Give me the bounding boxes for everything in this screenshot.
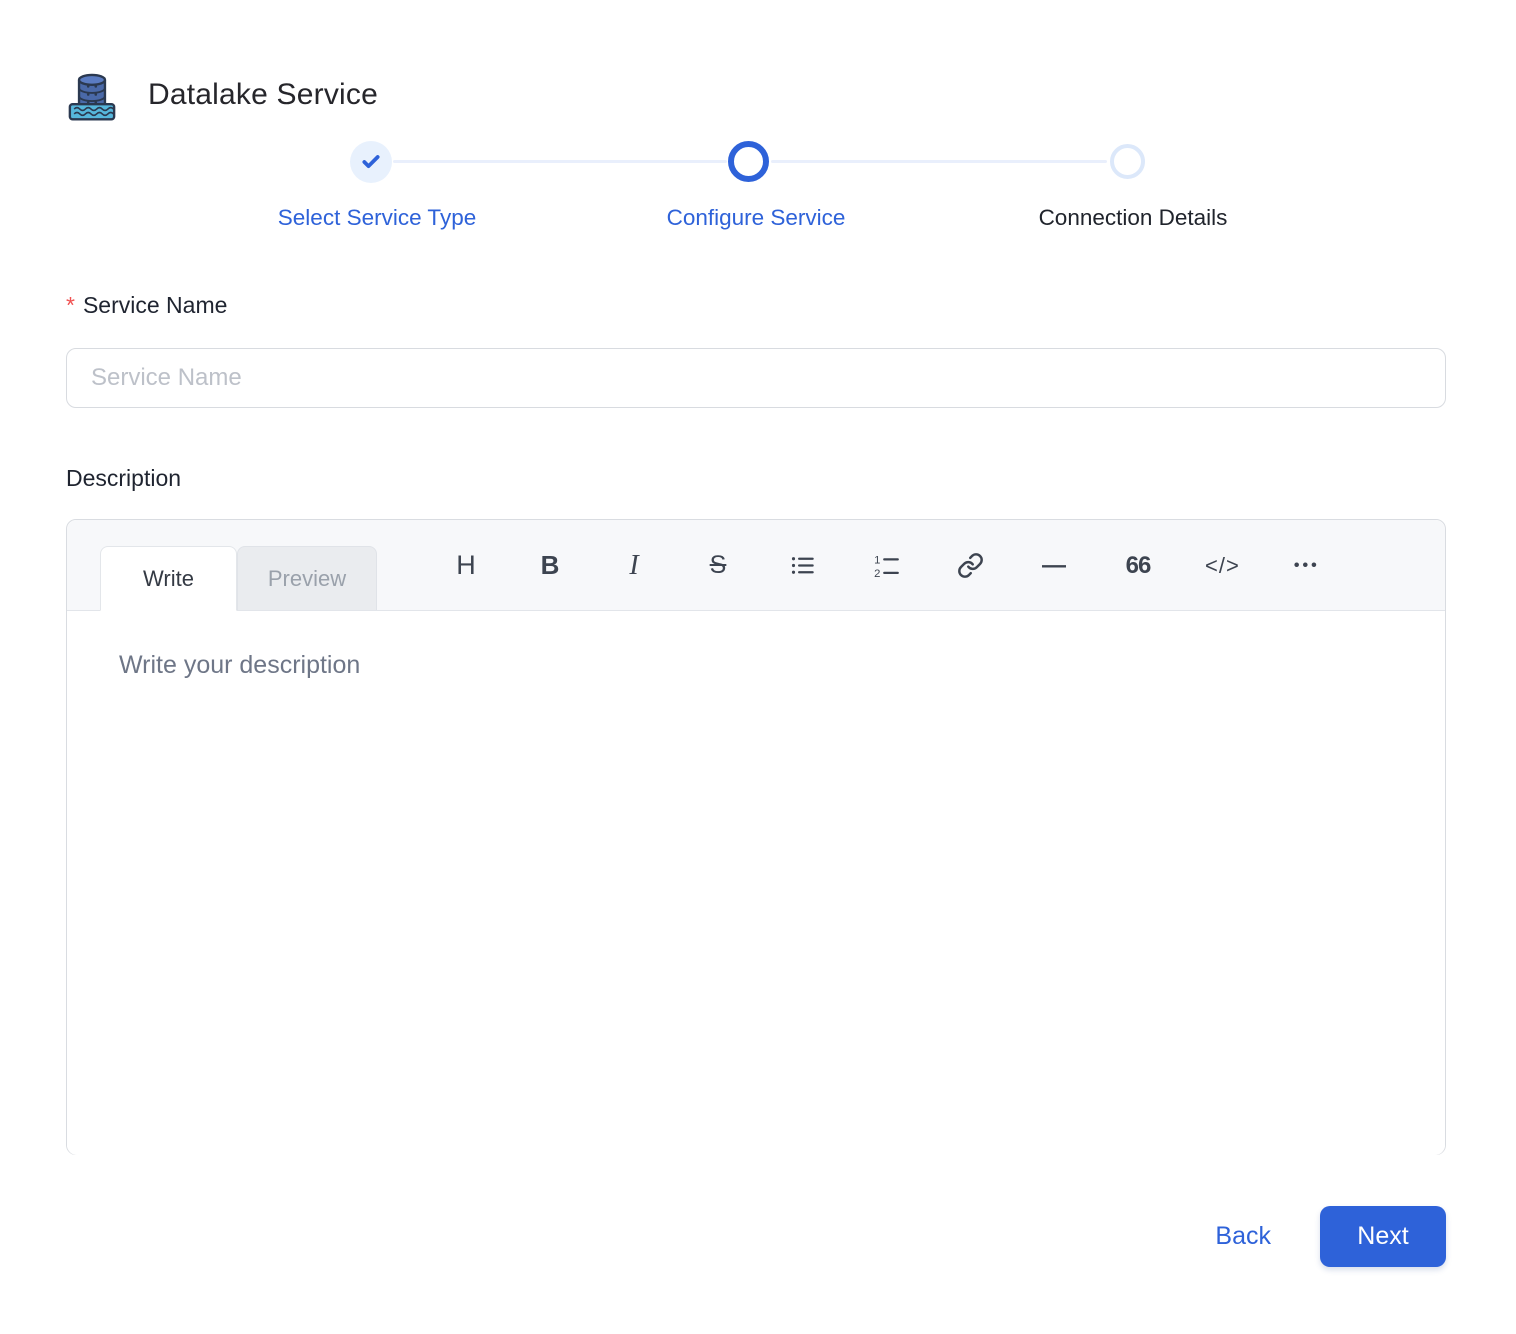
code-button[interactable]: </>: [1205, 546, 1240, 586]
back-button[interactable]: Back: [1215, 1222, 1271, 1251]
heading-button[interactable]: H: [449, 546, 483, 586]
link-icon: [957, 553, 983, 578]
strikethrough-icon: S: [709, 551, 727, 579]
step-connector: [393, 160, 727, 163]
more-button[interactable]: •••: [1290, 546, 1324, 586]
step-active-indicator: [728, 141, 769, 182]
step-connector: [771, 160, 1107, 163]
strikethrough-button[interactable]: S: [701, 546, 735, 586]
svg-text:1: 1: [874, 554, 880, 566]
datalake-icon: [68, 73, 116, 121]
service-name-input[interactable]: [66, 348, 1446, 408]
horizontal-rule-icon: —: [1042, 551, 1066, 579]
italic-button[interactable]: I: [617, 546, 651, 586]
step-label-select-service-type: Select Service Type: [277, 205, 477, 230]
numbered-list-icon: 1 2: [874, 554, 899, 579]
svg-text:2: 2: [874, 568, 880, 579]
step-completed-indicator: [350, 141, 392, 183]
description-editor: Write Preview H B I S 1 2 — 66 </> ••• W…: [66, 519, 1446, 1155]
editor-toolbar-header: Write Preview H B I S 1 2 — 66 </> •••: [67, 520, 1445, 611]
link-button[interactable]: [953, 546, 987, 586]
quote-icon: 66: [1125, 551, 1152, 579]
required-asterisk: *: [66, 292, 75, 318]
configure-service-page: Datalake Service Select Service Type Con…: [0, 0, 1516, 1334]
bulleted-list-button[interactable]: [785, 546, 819, 586]
horizontal-rule-button[interactable]: —: [1037, 546, 1071, 586]
editor-toolbar: H B I S 1 2 — 66 </> •••: [449, 520, 1324, 611]
wizard-footer: Back Next: [1215, 1206, 1446, 1267]
numbered-list-button[interactable]: 1 2: [869, 546, 903, 586]
bold-icon: B: [540, 550, 560, 580]
quote-button[interactable]: 66: [1121, 546, 1155, 586]
page-title: Datalake Service: [148, 78, 378, 111]
heading-icon: H: [456, 550, 476, 580]
description-editor-area[interactable]: Write your description: [67, 611, 1445, 1155]
service-name-label: * Service Name: [66, 292, 227, 319]
italic-icon: I: [629, 549, 639, 581]
service-name-label-text: Service Name: [82, 292, 228, 318]
step-label-configure-service: Configure Service: [666, 205, 846, 230]
more-icon: •••: [1293, 556, 1320, 574]
code-icon: </>: [1205, 552, 1240, 578]
description-placeholder: Write your description: [119, 651, 361, 679]
page-header: Datalake Service: [66, 68, 378, 122]
step-label-connection-details: Connection Details: [1038, 205, 1228, 230]
tab-preview[interactable]: Preview: [237, 546, 377, 610]
next-button[interactable]: Next: [1320, 1206, 1446, 1267]
step-pending-indicator: [1110, 144, 1145, 179]
description-label: Description: [66, 465, 182, 491]
tab-write[interactable]: Write: [100, 546, 237, 611]
bold-button[interactable]: B: [533, 546, 567, 586]
check-icon: [362, 155, 380, 169]
bulleted-list-icon: [791, 557, 814, 574]
